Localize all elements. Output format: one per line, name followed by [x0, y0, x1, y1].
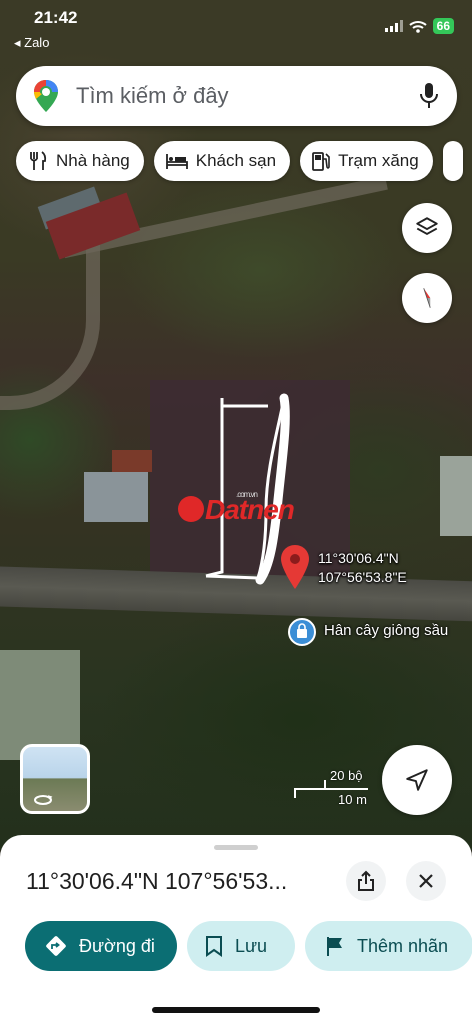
share-icon: [358, 870, 374, 891]
plot-boundary-drawing: [205, 393, 290, 585]
restaurant-icon: [30, 151, 47, 170]
signal-icon: [384, 20, 403, 32]
chip-label: Nhà hàng: [56, 151, 130, 170]
status-time: 21:42: [34, 8, 78, 27]
search-placeholder[interactable]: Tìm kiếm ở đây: [76, 83, 229, 109]
place-title: 11°30'06.4"N 107°56'53...: [26, 868, 288, 894]
compass-icon: [423, 288, 431, 308]
chip-gas-stations[interactable]: Trạm xăng: [300, 141, 433, 181]
scale-metric-label: 10 m: [338, 792, 367, 807]
wifi-icon: [408, 20, 427, 33]
chip-label: Trạm xăng: [338, 151, 419, 170]
place-bottom-sheet[interactable]: 11°30'06.4"N 107°56'53... Đường đi Lưu T…: [0, 835, 472, 1024]
directions-icon: [46, 936, 66, 956]
add-label-label: Thêm nhãn: [357, 935, 449, 956]
share-button[interactable]: [346, 861, 386, 901]
pin-coordinates-label: 11°30'06.4"N 107°56'53.8"E: [318, 550, 407, 585]
close-icon: [419, 874, 433, 888]
close-button[interactable]: [406, 861, 446, 901]
action-buttons: Đường đi Lưu Thêm nhãn: [25, 921, 472, 971]
chip-restaurants[interactable]: Nhà hàng: [16, 141, 144, 181]
save-label: Lưu: [235, 935, 268, 956]
back-to-app-link[interactable]: ◂ Zalo: [14, 35, 49, 51]
chip-label: Khách sạn: [195, 151, 277, 170]
location-pin-icon[interactable]: [281, 545, 309, 589]
google-maps-logo-icon: [34, 80, 58, 112]
flag-icon: [327, 937, 342, 956]
search-bar[interactable]: Tìm kiếm ở đây: [16, 66, 457, 126]
sheet-drag-handle[interactable]: [214, 845, 258, 850]
directions-label: Đường đi: [79, 935, 155, 956]
home-indicator: [152, 1007, 320, 1013]
chip-more[interactable]: [442, 141, 463, 181]
microphone-icon[interactable]: [419, 82, 439, 110]
bookmark-icon: [206, 936, 222, 957]
gas-station-icon: [312, 152, 330, 171]
directions-button[interactable]: Đường đi: [25, 921, 177, 971]
map-scale: 20 bộ 10 m: [292, 768, 372, 808]
hotel-icon: [165, 154, 188, 169]
nearby-place-label[interactable]: Hân cây giông sầu: [324, 622, 448, 639]
status-icons: 66: [384, 18, 454, 34]
add-label-button[interactable]: Thêm nhãn: [305, 921, 472, 971]
compass-button[interactable]: [402, 273, 452, 323]
rotate-360-icon: [34, 795, 53, 805]
save-button[interactable]: Lưu: [187, 921, 295, 971]
shopping-bag-icon[interactable]: [288, 618, 316, 646]
my-location-button[interactable]: [382, 745, 452, 815]
layers-button[interactable]: [402, 203, 452, 253]
navigation-arrow-icon: [406, 769, 428, 791]
watermark-logo: Datnen .com.vn: [178, 490, 295, 526]
satellite-map[interactable]: Datnen .com.vn 11°30'06.4"N 107°56'53.8"…: [0, 0, 472, 850]
street-view-thumbnail[interactable]: [20, 744, 90, 814]
layers-icon: [416, 217, 438, 235]
battery-indicator: 66: [432, 18, 454, 34]
category-chips: Nhà hàng Khách sạn Trạm xăng: [16, 141, 463, 181]
chip-hotels[interactable]: Khách sạn: [153, 141, 291, 181]
